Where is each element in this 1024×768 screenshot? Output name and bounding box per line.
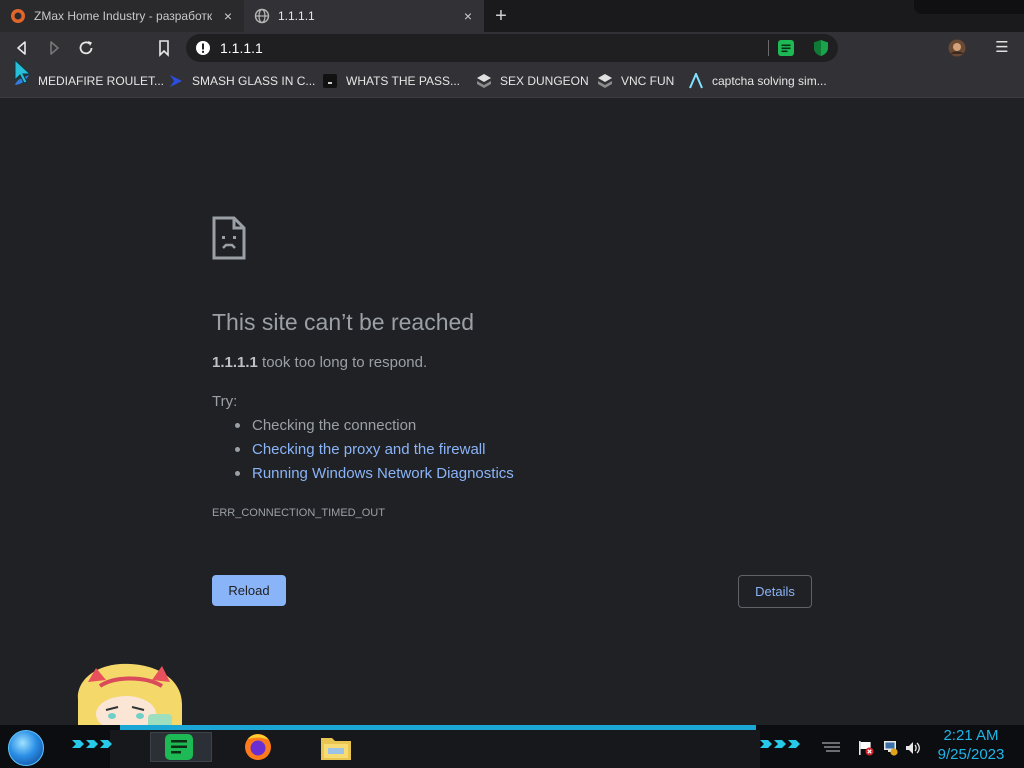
- zmax-favicon-icon: [11, 9, 25, 23]
- suggestion-network-diagnostics-link[interactable]: Running Windows Network Diagnostics: [252, 465, 514, 483]
- bullet: [235, 423, 240, 428]
- bookmark-smash-glass[interactable]: SMASH GLASS IN C...: [168, 72, 315, 90]
- error-host: 1.1.1.1: [212, 354, 258, 371]
- tab-title: ZMax Home Industry - разработк: [34, 9, 212, 23]
- bullet: [235, 471, 240, 476]
- bookmark-label: captcha solving sim...: [712, 74, 827, 88]
- extension-note-icon[interactable]: [778, 40, 794, 56]
- try-label: Try:: [212, 393, 238, 410]
- tab-strip: ZMax Home Industry - разработк × 1.1.1.1…: [0, 0, 1024, 32]
- firefox-icon[interactable]: [243, 731, 273, 761]
- error-title: This site can’t be reached: [212, 309, 475, 335]
- address-bar[interactable]: [186, 34, 838, 62]
- error-description: 1.1.1.1 took too long to respond.: [212, 354, 427, 372]
- bookmark-label: WHATS THE PASS...: [346, 74, 461, 88]
- taskbar-accent-strip: [120, 725, 756, 730]
- bullet: [235, 447, 240, 452]
- server-icon: [477, 74, 491, 88]
- forward-icon[interactable]: [44, 38, 64, 58]
- taskbar-grip-decoration: [822, 742, 840, 752]
- vs-icon: [170, 75, 182, 87]
- reload-icon[interactable]: [76, 38, 96, 58]
- network-icon[interactable]: [882, 740, 898, 756]
- sad-page-icon: [212, 216, 246, 260]
- desktop: ZMax Home Industry - разработк × 1.1.1.1…: [0, 0, 1024, 768]
- address-bar-divider: [768, 40, 769, 56]
- shield-icon[interactable]: [813, 39, 829, 57]
- clock-date[interactable]: 9/25/2023: [930, 747, 1012, 763]
- reload-button[interactable]: Reload: [212, 575, 286, 606]
- bookmark-captcha[interactable]: captcha solving sim...: [688, 72, 827, 90]
- tab-close-icon[interactable]: ×: [460, 8, 476, 24]
- tab-close-icon[interactable]: ×: [220, 8, 236, 24]
- error-description-text: took too long to respond.: [257, 354, 428, 371]
- start-button[interactable]: [8, 730, 44, 766]
- bookmark-mediafire[interactable]: MEDIAFIRE ROULET...: [14, 72, 164, 90]
- bookmark-vnc-fun[interactable]: VNC FUN: [597, 72, 674, 90]
- avatar[interactable]: [948, 39, 966, 57]
- suggestion-check-proxy-link[interactable]: Checking the proxy and the firewall: [252, 441, 485, 459]
- action-center-flag-icon[interactable]: [858, 740, 874, 756]
- back-icon[interactable]: [12, 38, 32, 58]
- details-button[interactable]: Details: [738, 575, 812, 608]
- page-content: [0, 99, 1024, 725]
- chevrons-left-decoration: [72, 740, 112, 748]
- bookmark-label: SMASH GLASS IN C...: [192, 74, 316, 88]
- bookmark-whats-the-pass[interactable]: WHATS THE PASS...: [322, 72, 460, 90]
- window-frame-decoration: [914, 0, 1024, 14]
- file-explorer-icon[interactable]: [320, 733, 352, 761]
- volume-icon[interactable]: [905, 740, 921, 756]
- clock-time[interactable]: 2:21 AM: [930, 728, 1012, 744]
- suggestion-check-connection: Checking the connection: [252, 417, 417, 434]
- bookmark-icon[interactable]: [154, 38, 174, 58]
- caret-logo-icon: [689, 73, 703, 89]
- chevrons-right-decoration: [760, 740, 800, 748]
- bookmark-label: VNC FUN: [621, 74, 675, 88]
- tab-1111[interactable]: 1.1.1.1 ×: [244, 0, 484, 32]
- bookmark-label: MEDIAFIRE ROULET...: [38, 74, 165, 88]
- server-icon: [598, 74, 612, 88]
- bookmark-sex-dungeon[interactable]: SEX DUNGEON: [476, 72, 589, 90]
- tab-title: 1.1.1.1: [278, 9, 315, 23]
- address-url[interactable]: 1.1.1.1: [220, 40, 263, 56]
- notes-app-icon[interactable]: [164, 733, 194, 761]
- not-secure-icon[interactable]: [195, 40, 211, 56]
- mouse-cursor-icon: [14, 58, 32, 84]
- tab-zmax[interactable]: ZMax Home Industry - разработк ×: [0, 0, 244, 32]
- mascot-sticker-image: [77, 663, 182, 730]
- terminal-icon: [323, 74, 337, 88]
- globe-icon: [254, 8, 270, 24]
- menu-icon[interactable]: ☰: [994, 39, 1010, 57]
- bookmark-label: SEX DUNGEON: [500, 74, 589, 88]
- bookmarks-bar: MEDIAFIRE ROULET... SMASH GLASS IN C... …: [0, 64, 1024, 98]
- error-code: ERR_CONNECTION_TIMED_OUT: [212, 507, 385, 519]
- new-tab-button[interactable]: +: [490, 5, 512, 27]
